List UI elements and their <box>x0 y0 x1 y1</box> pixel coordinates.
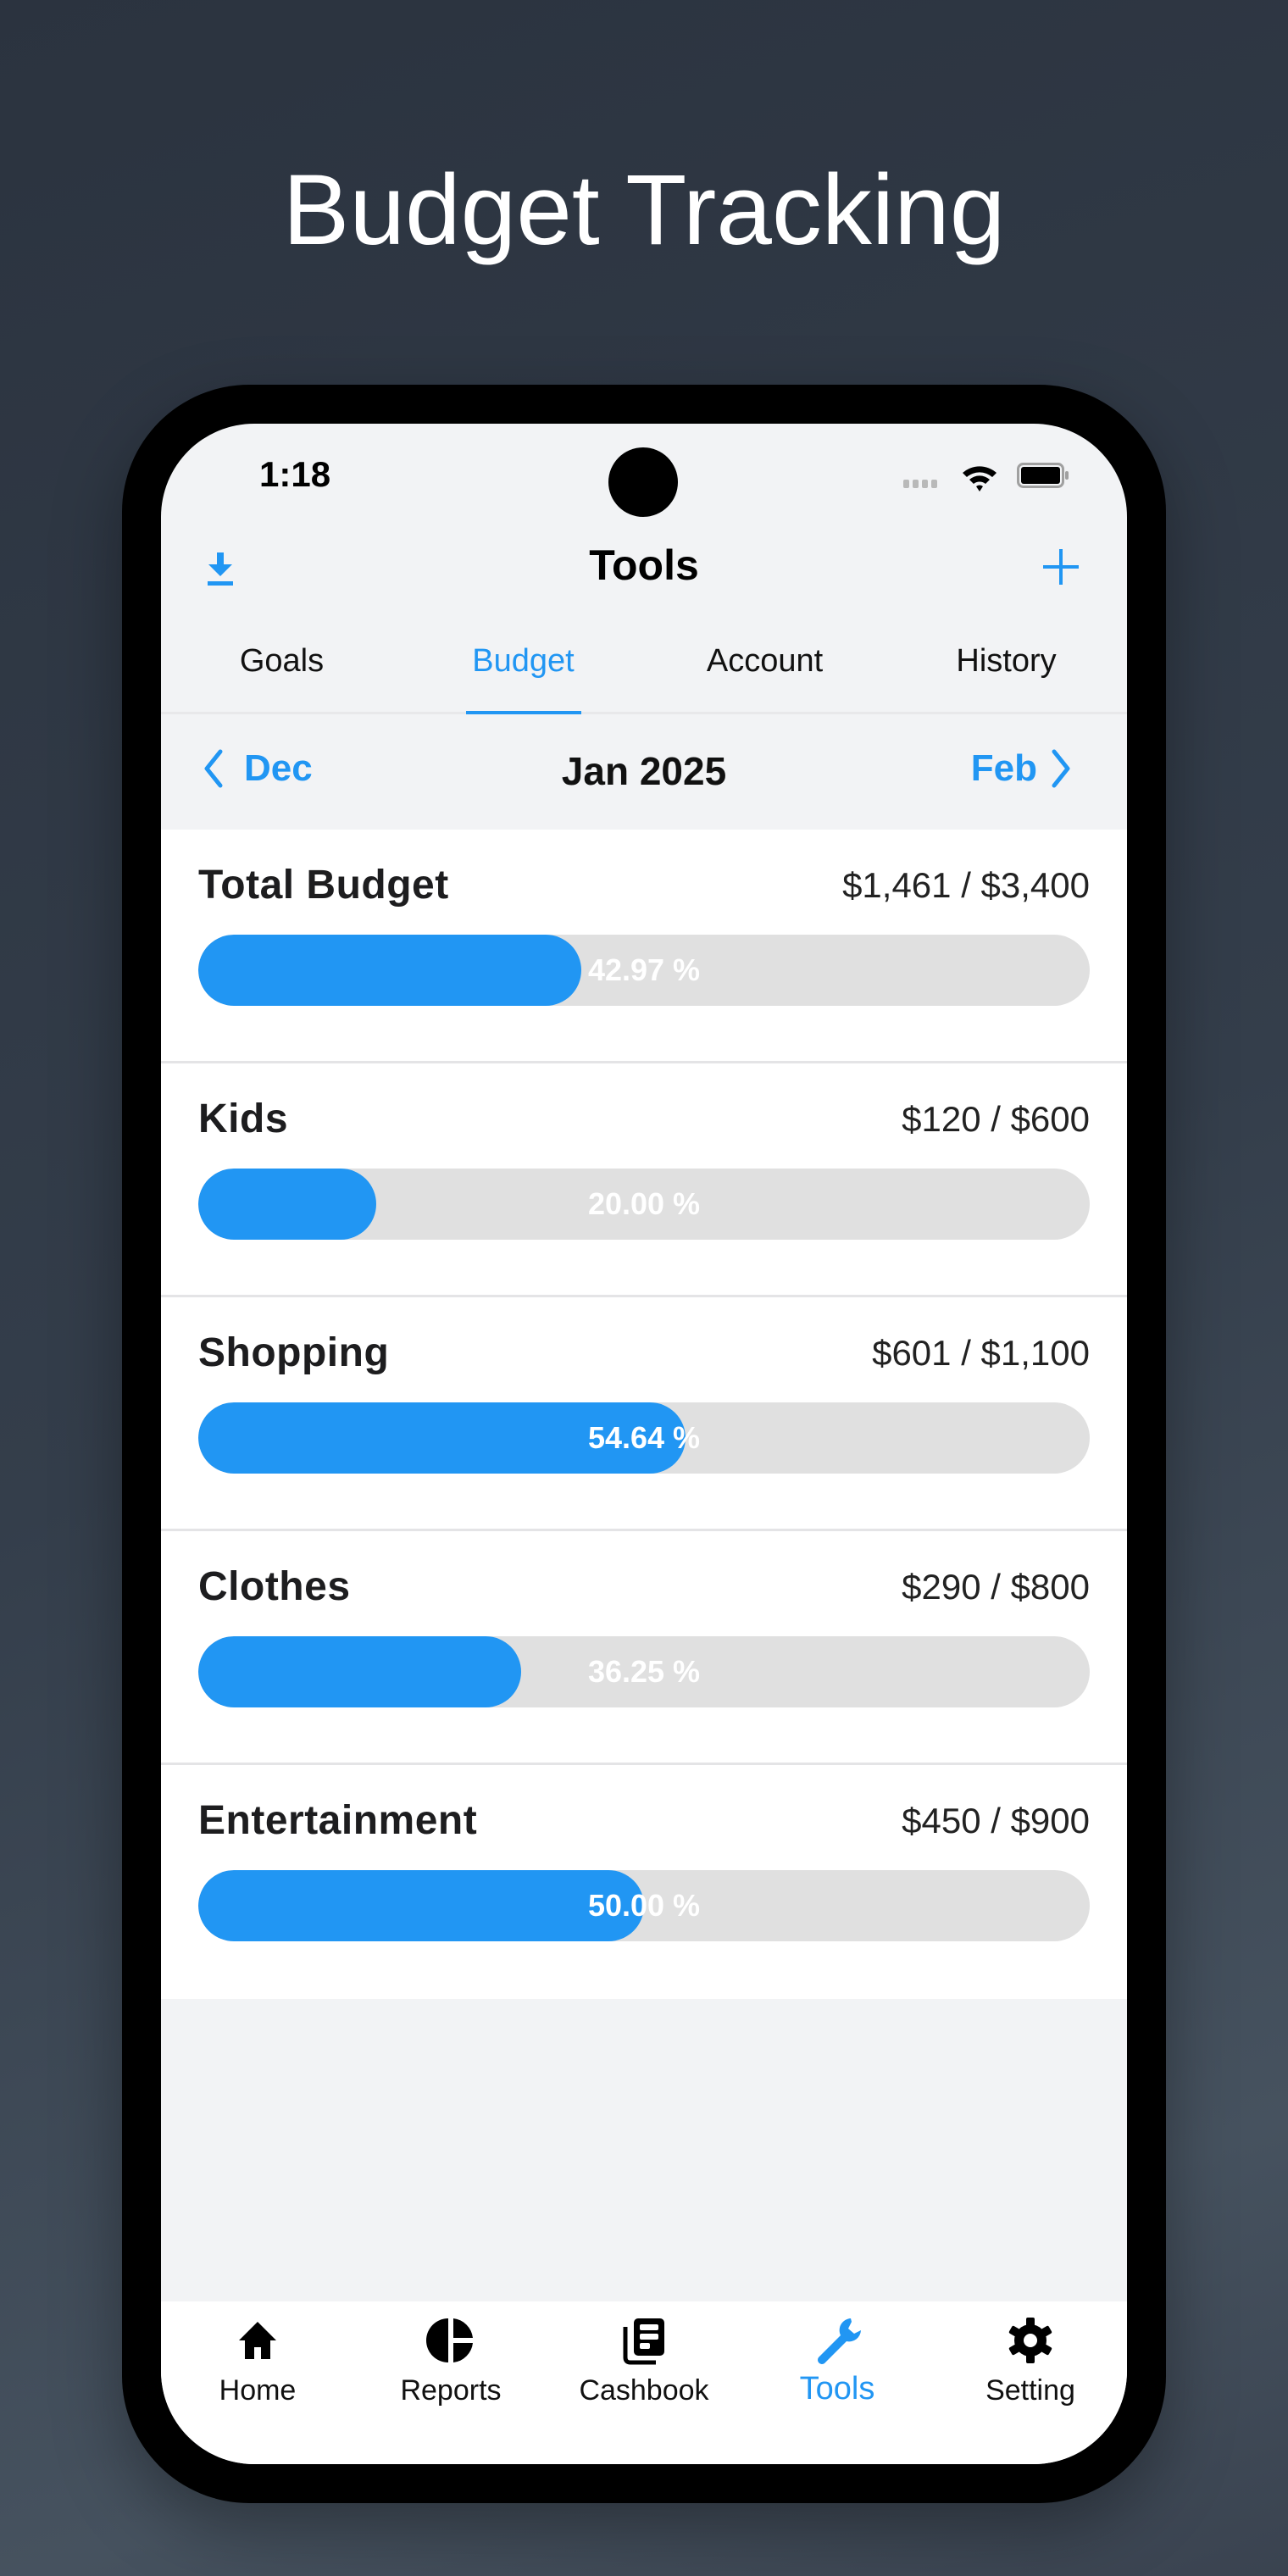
budget-progress-bar: 36.25 % <box>198 1636 1090 1707</box>
tab-budget[interactable]: Budget <box>402 610 644 712</box>
tab-label: Goals <box>239 642 325 679</box>
tab-label: Budget <box>472 642 575 679</box>
bottom-tab-setting[interactable]: Setting <box>934 2315 1127 2434</box>
bottom-tab-label: Tools <box>799 2371 875 2407</box>
bottom-tab-label: Cashbook <box>579 2374 709 2407</box>
next-month-label: Feb <box>970 747 1037 789</box>
budget-amount: $120 / $600 <box>902 1099 1090 1139</box>
bottom-tab-bar: Home Reports Cashbook Tools Setting <box>161 2301 1127 2464</box>
budget-amount: $450 / $900 <box>902 1801 1090 1840</box>
bottom-tab-reports[interactable]: Reports <box>354 2315 547 2434</box>
budget-name: Clothes <box>198 1564 351 1609</box>
gear-icon <box>1008 2318 1052 2363</box>
status-time: 1:18 <box>259 454 331 494</box>
segment-tabs: Goals Budget Account History <box>161 610 1127 714</box>
budget-name: Shopping <box>198 1330 390 1375</box>
bottom-tab-label: Home <box>219 2374 297 2407</box>
budget-item[interactable]: Shopping $601 / $1,100 54.64 % <box>161 1297 1127 1531</box>
budget-item[interactable]: Total Budget $1,461 / $3,400 42.97 % <box>161 830 1127 1063</box>
status-bar: 1:18 <box>161 424 1127 525</box>
budget-progress-bar: 54.64 % <box>198 1402 1090 1474</box>
wifi-icon <box>963 466 997 491</box>
month-navigator: Dec Jan 2025 Feb <box>161 714 1127 830</box>
wrench-icon <box>818 2318 861 2364</box>
bottom-tab-cashbook[interactable]: Cashbook <box>547 2315 741 2434</box>
tab-account[interactable]: Account <box>644 610 886 712</box>
plus-icon[interactable] <box>1035 541 1086 591</box>
budget-list: Total Budget $1,461 / $3,400 42.97 % Kids $1… <box>161 830 1127 1999</box>
budget-progress-bar: 42.97 % <box>198 935 1090 1006</box>
chevron-right-icon <box>1052 749 1070 788</box>
pie-chart-icon <box>426 2318 473 2362</box>
bottom-tab-home[interactable]: Home <box>161 2315 354 2434</box>
bottom-tab-tools[interactable]: Tools <box>741 2315 934 2434</box>
budget-percent-label: 42.97 % <box>587 952 701 987</box>
budget-percent-label: 54.64 % <box>587 1420 701 1455</box>
budget-item[interactable]: Kids $120 / $600 20.00 % <box>161 1063 1127 1297</box>
camera-cutout <box>608 447 678 517</box>
signal-icon <box>903 480 937 488</box>
tab-history[interactable]: History <box>886 610 1127 712</box>
battery-icon <box>1017 463 1069 488</box>
budget-percent-label: 36.25 % <box>587 1654 701 1689</box>
budget-percent-label: 20.00 % <box>587 1186 701 1221</box>
budget-name: Entertainment <box>198 1798 478 1843</box>
tab-goals[interactable]: Goals <box>161 610 402 712</box>
budget-progress-bar: 50.00 % <box>198 1870 1090 1941</box>
budget-item[interactable]: Entertainment $450 / $900 50.00 % <box>161 1765 1127 1999</box>
budget-progress-bar: 20.00 % <box>198 1169 1090 1240</box>
tab-label: Account <box>706 642 824 679</box>
app-screen: 1:18 Tools Goals Budget Account History <box>161 424 1127 2464</box>
budget-percent-label: 50.00 % <box>587 1888 701 1923</box>
budget-name: Kids <box>198 1096 289 1141</box>
hero-title: Budget Tracking <box>282 154 1006 266</box>
home-icon <box>239 2322 276 2359</box>
budget-item[interactable]: Clothes $290 / $800 36.25 % <box>161 1531 1127 1765</box>
budget-name: Total Budget <box>198 863 449 908</box>
budget-amount: $601 / $1,100 <box>872 1333 1090 1373</box>
nav-bar: Tools <box>161 525 1127 610</box>
tab-label: History <box>956 642 1057 679</box>
budget-amount: $1,461 / $3,400 <box>842 865 1090 905</box>
bottom-tab-label: Setting <box>985 2374 1075 2407</box>
budget-amount: $290 / $800 <box>902 1567 1090 1607</box>
cashbook-icon <box>623 2318 664 2365</box>
page-title: Tools <box>589 541 699 589</box>
bottom-tab-label: Reports <box>400 2374 502 2407</box>
next-month-button[interactable]: Feb <box>971 747 1073 791</box>
